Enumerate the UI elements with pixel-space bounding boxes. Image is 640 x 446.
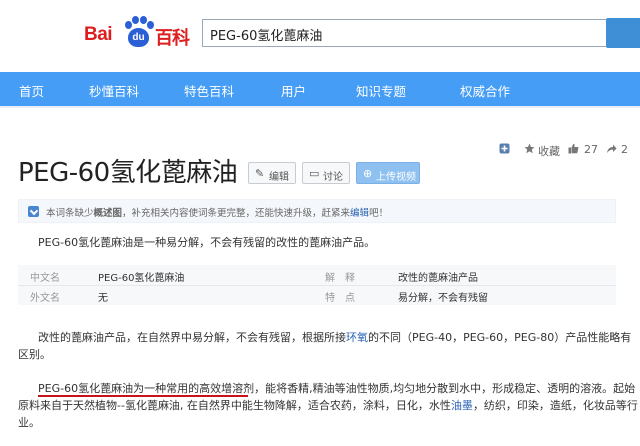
info-value-feature: 易分解，不会有残留: [398, 293, 488, 304]
info-value-foreign-name: 无: [98, 293, 108, 304]
entry-summary: PEG-60氢化蓖麻油是一种易分解，不会有残留的改性的蓖麻油产品。: [38, 236, 376, 249]
upload-video-button[interactable]: ⊕ 上传视频: [356, 162, 420, 184]
para1-text-a: 改性的蓖麻油产品，在自然界中易分解，不会有残留，根据所接: [38, 331, 346, 344]
comment-icon: ▭: [309, 167, 320, 180]
page-title: PEG-60氢化蓖麻油: [18, 158, 238, 188]
info-value-explanation: 改性的蓖麻油产品: [398, 273, 478, 284]
nav-item-home[interactable]: 首页: [19, 81, 44, 100]
logo-text-bai: Bai: [84, 24, 113, 45]
notice-suffix: 吧！: [369, 208, 389, 219]
notice-middle: ，补充相关内容使词条更完整，还能快速升级，赶紧来: [122, 208, 351, 219]
missing-image-notice: 本词条缺少概述图，补充相关内容使词条更完整，还能快速升级，赶紧来编辑吧！: [18, 199, 616, 223]
nav-item-featured-baike[interactable]: 特色百科: [184, 81, 234, 100]
red-underline-annotation: [38, 395, 248, 397]
info-value-chinese-name: PEG-60氢化蓖麻油: [98, 273, 185, 284]
info-label-foreign-name: 外文名: [30, 293, 60, 304]
notice-text: 本词条缺少概述图，补充相关内容使词条更完整，还能快速升级，赶紧来编辑吧！: [46, 205, 388, 219]
baidu-baike-logo[interactable]: Bai du 百科: [84, 13, 194, 53]
para2-line2-text: 原料来自于天然植物--氢化蓖麻油, 在自然界中能生物降解，适合农药，涂料，日化，…: [18, 399, 451, 412]
upload-video-button-label: 上传视频: [376, 172, 416, 183]
paragraph-1: 改性的蓖麻油产品，在自然界中易分解，不会有残留，根据所接环氧的不同（PEG-40…: [18, 329, 631, 363]
nav-item-topics[interactable]: 知识专题: [356, 81, 406, 100]
add-icon[interactable]: [499, 143, 510, 154]
nav-item-authority[interactable]: 权威合作: [460, 81, 510, 100]
search-button[interactable]: [606, 18, 640, 48]
para2-highlighted-text: PEG-60氢化蓖麻油为一种常用的高效增溶剂: [38, 382, 255, 395]
paragraph-2: PEG-60氢化蓖麻油为一种常用的高效增溶剂，能将香精,精油等油性物质,均匀地分…: [18, 380, 638, 431]
basic-info-divider: [18, 285, 616, 286]
info-label-feature: 特 点: [325, 293, 355, 304]
paragraph-1-line-1: 改性的蓖麻油产品，在自然界中易分解，不会有残留，根据所接环氧的不同（PEG-40…: [38, 329, 631, 346]
favorite-label[interactable]: 收藏: [538, 143, 560, 159]
edit-button-label: 编辑: [269, 172, 289, 183]
basic-info-table: 中文名 PEG-60氢化蓖麻油 解 释 改性的蓖麻油产品 外文名 无 特 点 易…: [18, 265, 616, 305]
header: Bai du 百科 PEG-60氢化蓖麻油: [0, 0, 640, 72]
star-icon[interactable]: [524, 143, 535, 154]
logo-text-baike: 百科: [155, 28, 190, 49]
pencil-icon: ✎: [255, 167, 265, 180]
thumbs-up-icon[interactable]: [568, 143, 579, 154]
info-label-explanation: 解 释: [325, 273, 355, 284]
ink-link[interactable]: 油墨: [451, 399, 473, 412]
like-count: 27: [584, 143, 598, 156]
notice-prefix: 本词条缺少: [46, 208, 94, 219]
notice-overview-image-link[interactable]: 概述图: [94, 208, 123, 219]
plus-circle-icon: ⊕: [363, 167, 373, 180]
para2-line2-text-b: ，纺织，印染，造纸，化妆品等行: [472, 399, 638, 412]
epoxy-link[interactable]: 环氧: [346, 331, 368, 344]
search-input[interactable]: PEG-60氢化蓖麻油: [202, 19, 606, 47]
notice-edit-link[interactable]: 编辑: [350, 208, 369, 219]
share-icon[interactable]: [606, 143, 617, 154]
nav-divider: [0, 106, 640, 108]
discuss-button[interactable]: ▭ 讨论: [302, 162, 350, 184]
paw-icon: du: [121, 15, 155, 49]
edit-button[interactable]: ✎ 编辑: [248, 162, 296, 184]
para2-text-b: ，能将香精,精油等油性物质,均匀地分散到水中，形成稳定、透明的溶液。起始: [254, 382, 636, 395]
nav-item-users[interactable]: 用户: [281, 81, 306, 100]
main-nav: 首页 秒懂百科 特色百科 用户 知识专题 权威合作: [0, 72, 640, 106]
logo-text-du: du: [132, 32, 145, 43]
share-count: 2: [621, 143, 628, 156]
paragraph-2-line-3: 业。: [18, 416, 40, 429]
paragraph-1-line-2: 区别。: [18, 348, 51, 361]
para1-text-b: 的不同（PEG-40，PEG-60，PEG-80）产品性能略有: [368, 331, 632, 344]
discuss-button-label: 讨论: [323, 172, 343, 183]
check-icon: [28, 206, 39, 217]
paragraph-2-line-2: 原料来自于天然植物--氢化蓖麻油, 在自然界中能生物降解，适合农药，涂料，日化，…: [18, 397, 638, 414]
search-input-value: PEG-60氢化蓖麻油: [210, 29, 323, 44]
nav-item-second-baike[interactable]: 秒懂百科: [89, 81, 139, 100]
info-label-chinese-name: 中文名: [30, 273, 60, 284]
